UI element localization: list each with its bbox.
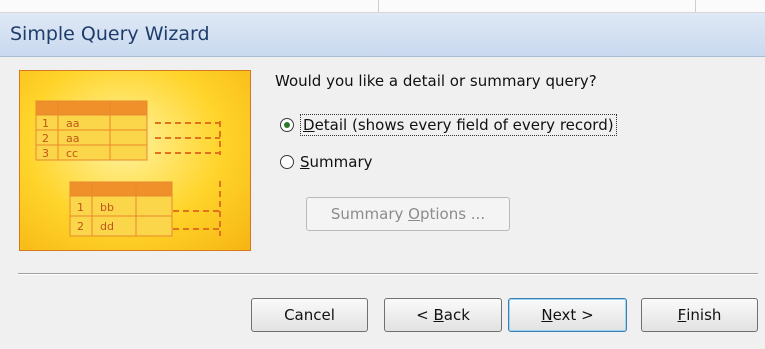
- finish-button[interactable]: Finish: [641, 298, 758, 332]
- tables-illustration-icon: 1 aa 2 aa 3 cc 1 bb 2 dd: [35, 100, 221, 237]
- cancel-button[interactable]: Cancel: [251, 298, 368, 332]
- wizard-body: 1 aa 2 aa 3 cc 1 bb 2 dd Would you like …: [0, 57, 765, 349]
- summary-option-label[interactable]: Summary: [300, 153, 373, 171]
- table2-cell: 2: [77, 220, 84, 233]
- strip-separator: [378, 0, 379, 12]
- table2-cell: dd: [100, 220, 114, 233]
- table1-cell: 3: [42, 147, 49, 160]
- table1-cell: aa: [66, 117, 79, 130]
- query-illustration: 1 aa 2 aa 3 cc 1 bb 2 dd: [19, 70, 251, 251]
- table2-cell: bb: [100, 201, 114, 214]
- summary-options-button[interactable]: Summary Options ...: [306, 197, 510, 231]
- title-bar: Simple Query Wizard: [0, 13, 765, 57]
- table1-cell: 1: [42, 117, 49, 130]
- top-strip: [0, 0, 765, 13]
- detail-radio-option[interactable]: Detail (shows every field of every recor…: [280, 114, 617, 136]
- radio-button[interactable]: [280, 118, 294, 132]
- table1-cell: 2: [42, 132, 49, 145]
- back-button[interactable]: < Back: [384, 298, 502, 332]
- radio-button[interactable]: [280, 155, 294, 169]
- table2-cell: 1: [77, 201, 84, 214]
- summary-radio-option[interactable]: Summary: [280, 153, 373, 171]
- divider: [18, 273, 758, 275]
- strip-separator: [695, 0, 696, 12]
- window-title: Simple Query Wizard: [10, 23, 210, 45]
- detail-option-label[interactable]: Detail (shows every field of every recor…: [300, 114, 617, 136]
- next-button[interactable]: Next >: [508, 298, 627, 332]
- wizard-question: Would you like a detail or summary query…: [275, 72, 597, 90]
- table1-cell: cc: [66, 147, 78, 160]
- radio-selected-dot: [284, 122, 290, 128]
- table1-cell: aa: [66, 132, 79, 145]
